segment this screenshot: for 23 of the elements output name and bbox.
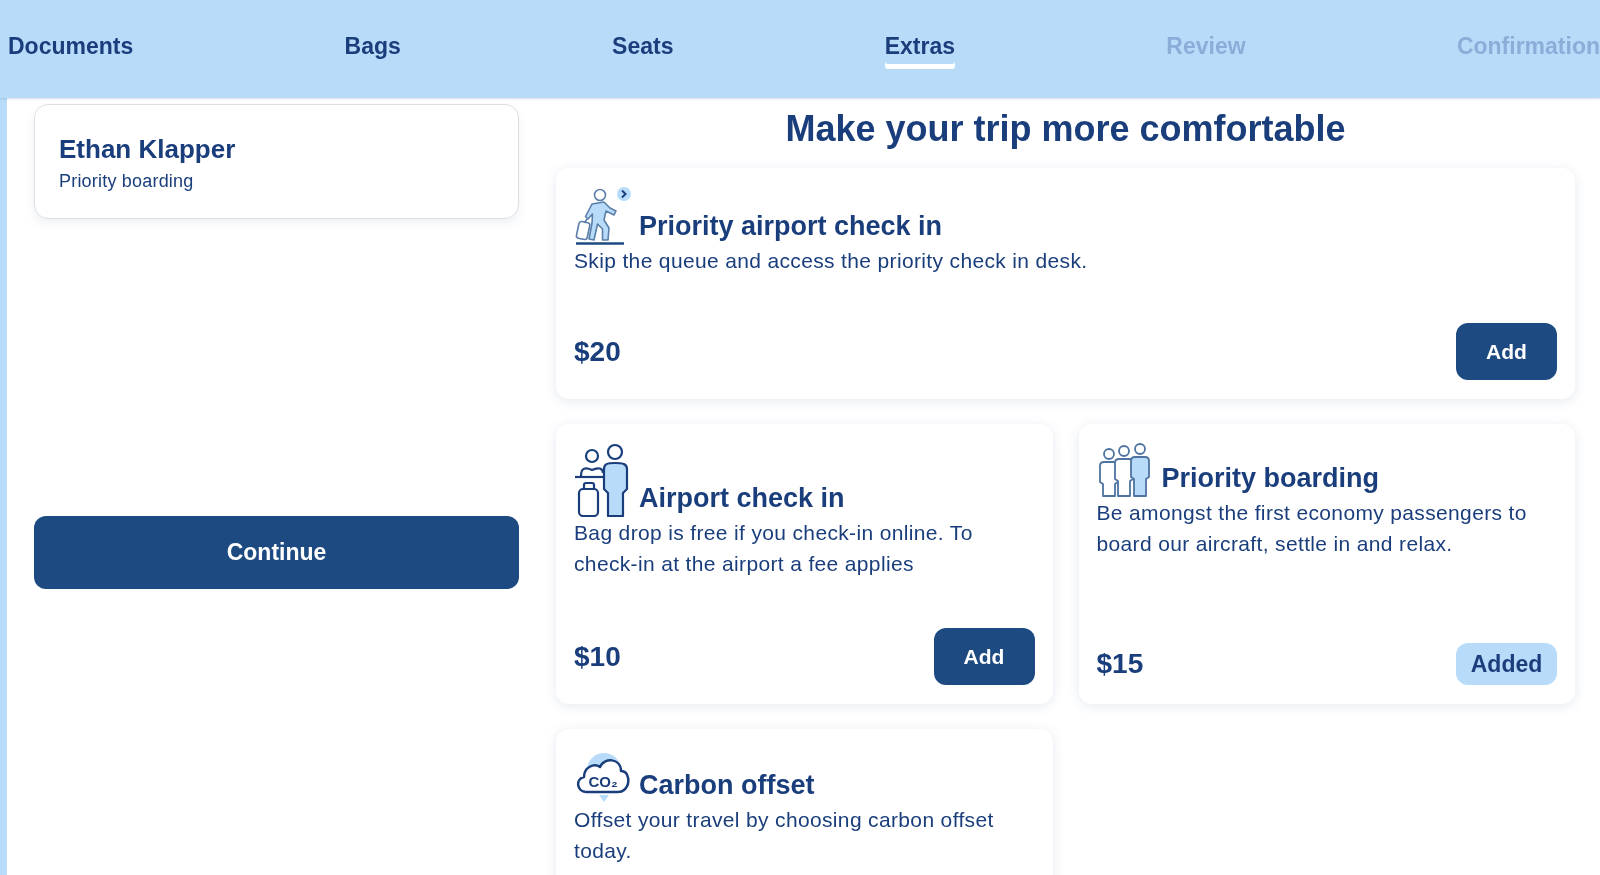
added-button[interactable]: Added <box>1456 643 1557 685</box>
extra-description: Bag drop is free if you check-in online. To check-in at the airport a fee applies <box>574 520 974 577</box>
passenger-name: Ethan Klapper <box>59 133 237 165</box>
add-button[interactable]: Add <box>1456 323 1557 380</box>
step-tab[interactable]: Extras <box>884 32 956 69</box>
extra-price: $10 <box>574 640 621 673</box>
walking-traveller-icon <box>574 187 632 245</box>
step-tab[interactable]: Bags <box>344 32 401 69</box>
step-tab[interactable]: Seats <box>612 32 674 69</box>
add-button[interactable]: Add <box>933 628 1035 685</box>
step-tab[interactable]: Documents <box>8 32 134 69</box>
passenger-extras: Priority boarding <box>59 170 195 193</box>
extra-description: Be amongst the first economy passengers to board our aircraft, settle in and relax. <box>1096 500 1528 557</box>
page-heading: Make your trip more comfortable <box>784 107 1347 151</box>
extra-price: $20 <box>574 335 621 368</box>
continue-button[interactable]: Continue <box>34 516 519 589</box>
extra-title: Priority boarding <box>1161 462 1380 494</box>
extra-title: Carbon offset <box>639 769 815 801</box>
extra-title: Priority airport check in <box>639 210 943 242</box>
extra-description: Skip the queue and access the priority check in desk. <box>574 248 1089 274</box>
extra-title: Airport check in <box>639 482 845 514</box>
extra-description: Offset your travel by choosing carbon offset today. <box>574 807 995 864</box>
extra-price: $15 <box>1096 648 1144 680</box>
